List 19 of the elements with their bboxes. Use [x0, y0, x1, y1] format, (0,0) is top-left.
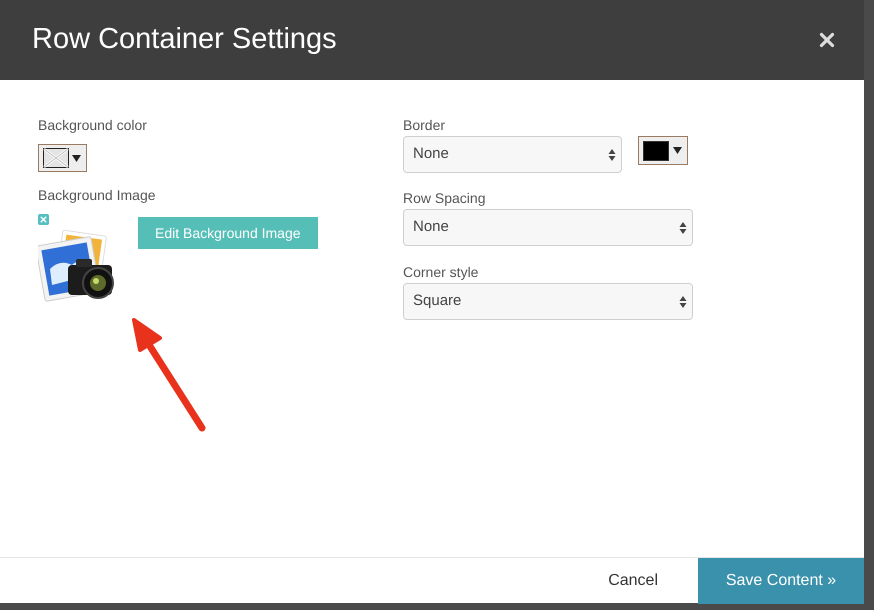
border-color-picker[interactable] [638, 136, 688, 165]
corner-style-select[interactable]: Square [403, 283, 693, 320]
no-color-swatch-icon [43, 148, 69, 168]
field-label: Border [403, 116, 446, 134]
field-label: Background color [38, 116, 148, 134]
field-label: Background Image [38, 186, 157, 204]
dropdown-arrow-icon [72, 154, 81, 162]
dropdown-arrow-icon [673, 146, 682, 155]
field-label: Row Spacing [403, 189, 486, 207]
updown-icon [608, 148, 616, 162]
field-label: Corner style [403, 263, 480, 281]
updown-icon [679, 294, 687, 308]
border-select[interactable]: None [403, 136, 622, 173]
dialog-title: Row Container Settings [32, 22, 337, 58]
color-picker[interactable] [38, 144, 87, 172]
cancel-button[interactable]: Cancel [608, 568, 658, 592]
updown-icon [679, 220, 687, 234]
save-content-button[interactable]: Save Content » [698, 558, 864, 604]
row-spacing-select[interactable]: None [403, 209, 693, 246]
